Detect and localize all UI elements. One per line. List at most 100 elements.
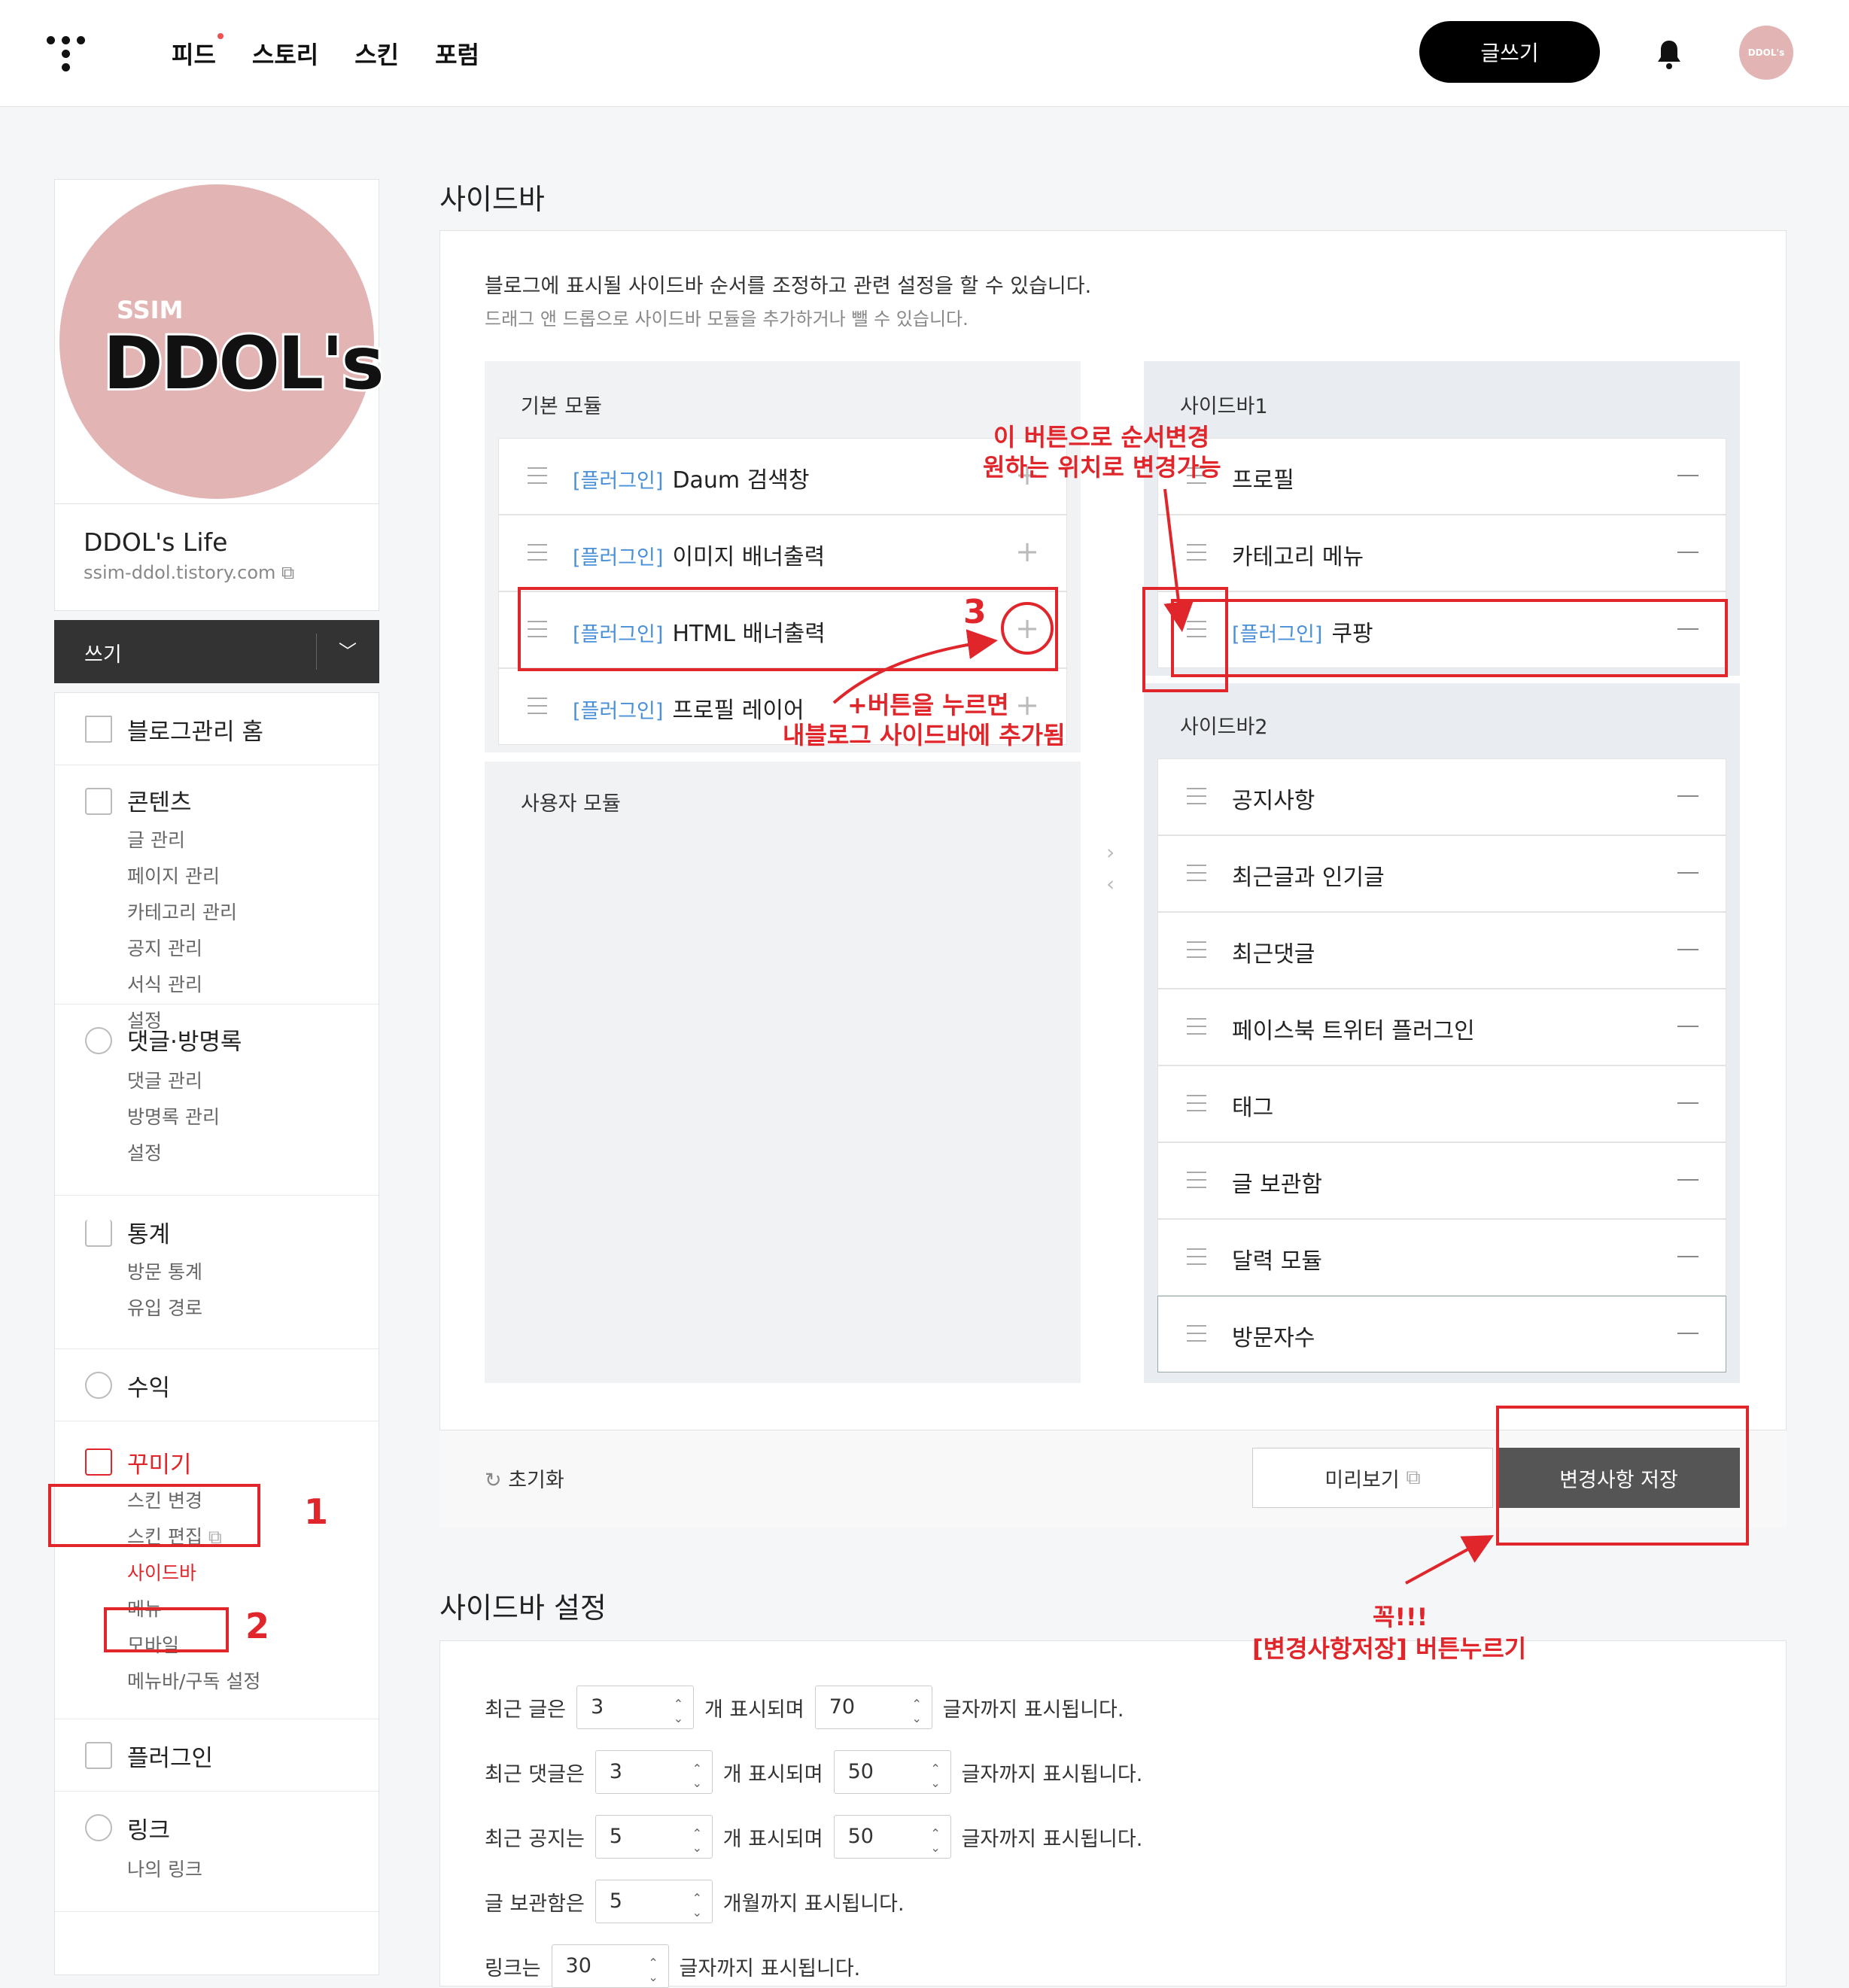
menu-notice-manage[interactable]: 공지 관리	[127, 934, 202, 961]
divider	[485, 752, 1081, 761]
menu-link[interactable]: 링크	[127, 1811, 170, 1845]
user-avatar[interactable]: DDOL's	[1739, 26, 1793, 80]
annotation-text: 꼭!!!	[1373, 1603, 1428, 1631]
menu-comments[interactable]: 댓글·방명록	[127, 1023, 242, 1056]
drag-handle-icon[interactable]	[1187, 1325, 1206, 1342]
remove-icon[interactable]	[1677, 475, 1698, 476]
drag-handle-icon[interactable]	[1187, 1248, 1206, 1265]
module-item[interactable]: [플러그인] 이미지 배너출력 +	[498, 515, 1067, 591]
blog-profile-image[interactable]: SSIM DDOL's	[59, 184, 387, 499]
drag-handle-icon[interactable]	[1187, 941, 1206, 958]
setting-row-links: 링크는 30 글자까지 표시됩니다.	[485, 1944, 860, 1988]
preview-button[interactable]: 미리보기 ⧉	[1252, 1448, 1493, 1508]
annotation-box-sidebar-menu	[104, 1607, 229, 1652]
sidebar-item[interactable]: 달력 모듈	[1157, 1219, 1726, 1296]
drag-handle-icon[interactable]	[528, 698, 547, 714]
remove-icon[interactable]	[1677, 795, 1698, 797]
remove-icon[interactable]	[1677, 1026, 1698, 1027]
drag-handle-icon[interactable]	[1187, 1095, 1206, 1111]
chevron-left-icon[interactable]: ‹	[1106, 871, 1115, 896]
admin-menu: 블로그관리 홈 콘텐츠 글 관리 페이지 관리 카테고리 관리 공지 관리 서식…	[54, 692, 379, 1975]
nav-skin[interactable]: 스킨	[354, 36, 399, 71]
sidebar-item[interactable]: 카테고리 메뉴	[1157, 515, 1726, 591]
menu-post-manage[interactable]: 글 관리	[127, 825, 185, 853]
write-dropdown[interactable]: 쓰기 ﹀	[54, 620, 379, 683]
drag-handle-icon[interactable]	[1187, 865, 1206, 881]
menu-plugin[interactable]: 플러그인	[127, 1739, 213, 1773]
count-stepper[interactable]: 5	[595, 1815, 713, 1859]
sidebar-item[interactable]: 공지사항	[1157, 758, 1726, 835]
menu-page-manage[interactable]: 페이지 관리	[127, 862, 220, 889]
menu-contents[interactable]: 콘텐츠	[127, 783, 192, 817]
description: 블로그에 표시될 사이드바 순서를 조정하고 관련 설정을 할 수 있습니다.	[485, 275, 1092, 298]
menu-template-manage[interactable]: 서식 관리	[127, 970, 202, 997]
menu-decorate[interactable]: 꾸미기	[127, 1445, 192, 1479]
blog-title[interactable]: DDOL's Life	[84, 527, 227, 557]
remove-icon[interactable]	[1677, 1179, 1698, 1181]
nav-forum[interactable]: 포럼	[435, 36, 479, 71]
plug-icon	[85, 1742, 112, 1769]
length-stepper[interactable]: 50	[833, 1815, 951, 1859]
menu-category-manage[interactable]: 카테고리 관리	[127, 898, 237, 925]
add-icon[interactable]: +	[1015, 535, 1039, 568]
nav-story[interactable]: 스토리	[252, 36, 318, 71]
menu-visit-stats[interactable]: 방문 통계	[127, 1257, 202, 1284]
bell-icon[interactable]	[1654, 38, 1684, 71]
length-stepper[interactable]: 30	[551, 1944, 669, 1988]
annotation-number: 2	[245, 1606, 270, 1646]
module-item[interactable]: [플러그인] Daum 검색창 +	[498, 438, 1067, 515]
menu-my-link[interactable]: 나의 링크	[127, 1855, 202, 1882]
remove-icon[interactable]	[1677, 1256, 1698, 1257]
menu-home[interactable]: 블로그관리 홈	[127, 713, 263, 746]
drag-handle-icon[interactable]	[1187, 1172, 1206, 1188]
sidebar-item[interactable]: 프로필	[1157, 438, 1726, 515]
menu-revenue[interactable]: 수익	[127, 1369, 170, 1403]
sidebar-item[interactable]: 페이스북 트위터 플러그인	[1157, 989, 1726, 1065]
menu-group-link: 링크 나의 링크	[55, 1792, 379, 1912]
reset-button[interactable]: ↻ 초기화	[485, 1464, 564, 1493]
annotation-text: [변경사항저장] 버튼누르기	[1252, 1634, 1527, 1663]
document-icon	[85, 788, 112, 815]
move-arrows[interactable]: › ‹	[1106, 837, 1115, 900]
sidebar-item[interactable]: 글 보관함	[1157, 1142, 1726, 1219]
menu-guestbook-manage[interactable]: 방명록 관리	[127, 1102, 220, 1129]
menu-referrer[interactable]: 유입 경로	[127, 1293, 202, 1321]
menu-sidebar[interactable]: 사이드바	[127, 1558, 196, 1585]
annotation-text: 내블로그 사이드바에 추가됨	[783, 721, 1066, 749]
drag-handle-icon[interactable]	[1187, 1018, 1206, 1035]
length-stepper[interactable]: 70	[814, 1686, 932, 1729]
drag-handle-icon[interactable]	[1187, 788, 1206, 804]
write-label: 쓰기	[84, 643, 122, 667]
sidebar-item[interactable]: 최근글과 인기글	[1157, 835, 1726, 912]
menu-stats[interactable]: 통계	[127, 1215, 170, 1249]
months-stepper[interactable]: 5	[595, 1880, 713, 1923]
chevron-right-icon[interactable]: ›	[1106, 840, 1115, 865]
remove-icon[interactable]	[1677, 552, 1698, 553]
annotation-box-decorate	[48, 1484, 260, 1547]
blog-url-link[interactable]: ssim-ddol.tistory.com ⧉	[84, 562, 294, 583]
drag-handle-icon[interactable]	[528, 467, 547, 484]
nav-feed[interactable]: 피드	[172, 33, 224, 71]
tistory-logo-icon[interactable]	[44, 32, 89, 74]
menu-comment-manage[interactable]: 댓글 관리	[127, 1066, 202, 1093]
count-stepper[interactable]: 3	[576, 1686, 694, 1729]
count-stepper[interactable]: 3	[595, 1750, 713, 1794]
chevron-down-icon[interactable]: ﹀	[339, 637, 357, 663]
setting-row-recent-notices: 최근 공지는 5 개 표시되며 50 글자까지 표시됩니다.	[485, 1815, 1142, 1859]
length-stepper[interactable]: 50	[833, 1750, 951, 1794]
write-post-button[interactable]: 글쓰기	[1419, 21, 1600, 83]
sidebar-item[interactable]: 최근댓글	[1157, 912, 1726, 989]
sidebar-item[interactable]: 방문자수	[1157, 1296, 1726, 1372]
sidebar-item[interactable]: 태그	[1157, 1065, 1726, 1142]
settings-title: 사이드바 설정	[439, 1591, 607, 1625]
remove-icon[interactable]	[1677, 1102, 1698, 1104]
drag-handle-icon[interactable]	[1187, 544, 1206, 561]
menu-menubar-subscribe[interactable]: 메뉴바/구독 설정	[127, 1667, 260, 1694]
drag-handle-icon[interactable]	[528, 544, 547, 561]
menu-group-home: 블로그관리 홈	[55, 693, 379, 765]
remove-icon[interactable]	[1677, 872, 1698, 874]
setting-row-recent-posts: 최근 글은 3 개 표시되며 70 글자까지 표시됩니다.	[485, 1686, 1124, 1729]
remove-icon[interactable]	[1677, 949, 1698, 950]
remove-icon[interactable]	[1677, 1333, 1698, 1334]
menu-comments-settings[interactable]: 설정	[127, 1138, 162, 1166]
